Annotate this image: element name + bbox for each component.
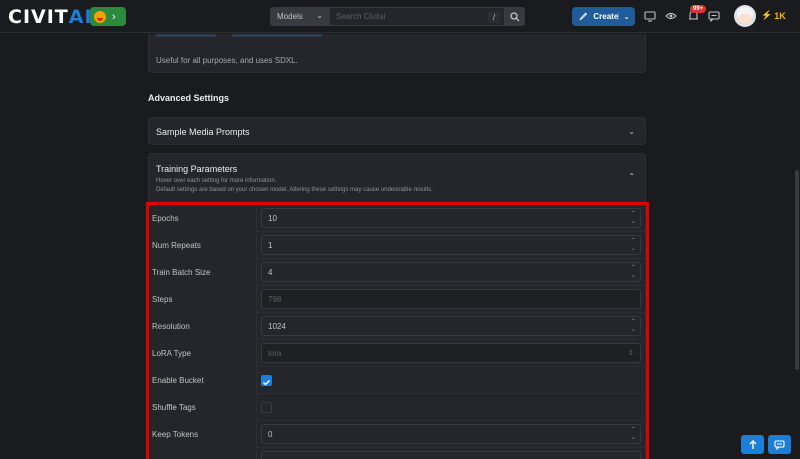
search-placeholder: Search Civitai xyxy=(336,12,386,21)
chevron-down-icon: ⌄ xyxy=(316,11,323,20)
accordion-title: Sample Media Prompts xyxy=(156,127,250,137)
model-description: Useful for all purposes, and uses SDXL. xyxy=(156,56,298,65)
accordion-hint: Hover over each setting for more informa… xyxy=(156,178,277,184)
top-header: CIVIT AI › Models ⌄ Search Civitai / Crea… xyxy=(0,0,800,33)
notification-badge: 99+ xyxy=(690,5,707,13)
chip-arrow-icon: › xyxy=(112,10,116,23)
search-scope-label: Models xyxy=(277,12,303,21)
model-type-card: Useful for all purposes, and uses SDXL. xyxy=(148,34,646,73)
emoji-face-icon xyxy=(94,10,106,23)
brush-icon xyxy=(579,12,588,21)
emoji-menu-button[interactable]: › xyxy=(90,7,126,26)
advanced-settings-title: Advanced Settings xyxy=(148,93,230,103)
logo-main-text: CIVIT xyxy=(8,6,69,28)
search-shortcut-key: / xyxy=(488,11,500,23)
chevron-down-icon[interactable]: ⌄ xyxy=(618,12,630,21)
search-bar: Models ⌄ Search Civitai / xyxy=(270,7,525,26)
option-card-stub xyxy=(231,34,323,37)
create-label: Create xyxy=(593,12,619,21)
bolt-icon: ⚡ xyxy=(761,10,773,20)
monitor-icon[interactable] xyxy=(643,9,657,23)
buzz-counter[interactable]: ⚡ 1K xyxy=(761,10,786,21)
civitai-logo[interactable]: CIVIT AI xyxy=(8,6,93,28)
accordion-hint: Default settings are based on your chose… xyxy=(156,187,433,193)
user-avatar[interactable] xyxy=(734,5,756,27)
search-button[interactable] xyxy=(505,7,525,26)
search-icon xyxy=(510,11,520,21)
arrow-up-icon xyxy=(749,439,756,449)
chat-support-button[interactable] xyxy=(768,435,791,454)
scrollbar-thumb[interactable] xyxy=(795,170,799,370)
search-scope-select[interactable]: Models ⌄ xyxy=(270,7,329,26)
eye-icon[interactable] xyxy=(664,9,678,23)
option-card-stub xyxy=(155,34,217,37)
chat-icon[interactable] xyxy=(707,9,721,23)
chat-bubble-icon xyxy=(774,439,785,450)
highlight-box xyxy=(146,202,649,459)
chevron-down-icon: ⌄ xyxy=(628,127,635,136)
sample-media-prompts-accordion[interactable]: Sample Media Prompts ⌄ xyxy=(148,117,646,145)
chevron-up-icon[interactable]: ⌃ xyxy=(628,172,635,181)
buzz-amount: 1K xyxy=(774,10,786,21)
create-button[interactable]: Create ⌄ xyxy=(572,7,635,26)
scroll-to-top-button[interactable] xyxy=(741,435,764,454)
accordion-title[interactable]: Training Parameters xyxy=(156,164,237,174)
logo-ai-text: AI xyxy=(68,6,93,28)
search-input[interactable]: Search Civitai / xyxy=(329,7,505,26)
